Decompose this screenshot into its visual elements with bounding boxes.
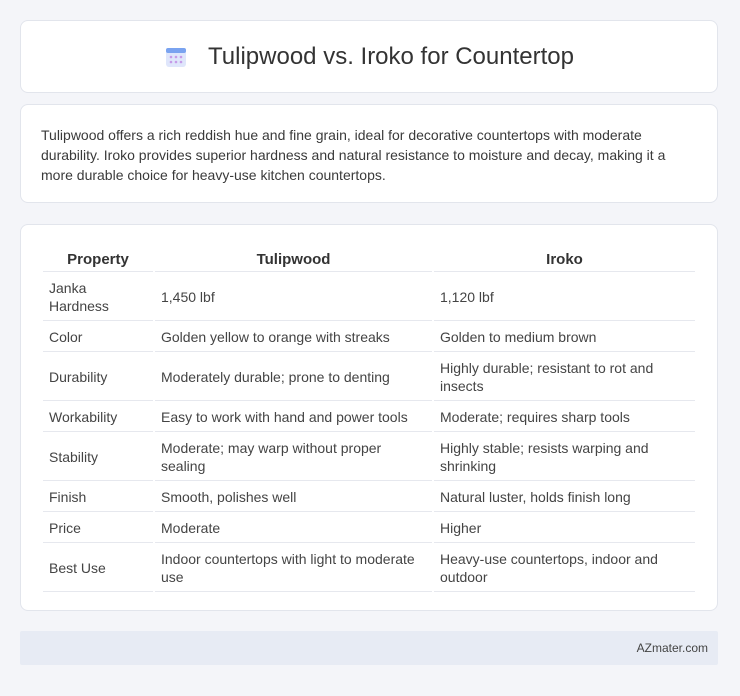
table-row: Best Use Indoor countertops with light t… [43,545,695,592]
cell-tulipwood: 1,450 lbf [155,274,432,321]
cell-iroko: Highly durable; resistant to rot and ins… [434,354,695,401]
header-property: Property [43,245,153,272]
cell-tulipwood: Smooth, polishes well [155,483,432,512]
cell-iroko: Moderate; requires sharp tools [434,403,695,432]
comparison-table: Property Tulipwood Iroko Janka Hardness … [41,243,697,594]
table-row: Finish Smooth, polishes well Natural lus… [43,483,695,512]
intro-text: Tulipwood offers a rich reddish hue and … [41,127,666,183]
table-header-row: Property Tulipwood Iroko [43,245,695,272]
header-tulipwood: Tulipwood [155,245,432,272]
cell-property: Best Use [43,545,153,592]
cell-property: Stability [43,434,153,481]
table-row: Color Golden yellow to orange with strea… [43,323,695,352]
cell-property: Price [43,514,153,543]
cell-tulipwood: Golden yellow to orange with streaks [155,323,432,352]
cell-tulipwood: Moderately durable; prone to denting [155,354,432,401]
cell-iroko: Higher [434,514,695,543]
footer-brand[interactable]: AZmater.com [637,641,708,655]
cell-property: Durability [43,354,153,401]
cell-tulipwood: Indoor countertops with light to moderat… [155,545,432,592]
calendar-icon [166,47,187,67]
footer: AZmater.com [20,631,718,665]
cell-tulipwood: Easy to work with hand and power tools [155,403,432,432]
cell-property: Workability [43,403,153,432]
page-title: Tulipwood vs. Iroko for Countertop [208,42,574,70]
cell-iroko: Natural luster, holds finish long [434,483,695,512]
cell-iroko: 1,120 lbf [434,274,695,321]
cell-tulipwood: Moderate; may warp without proper sealin… [155,434,432,481]
title-wrap: Tulipwood vs. Iroko for Countertop [164,43,574,71]
cell-iroko: Heavy-use countertops, indoor and outdoo… [434,545,695,592]
table-row: Price Moderate Higher [43,514,695,543]
table-row: Janka Hardness 1,450 lbf 1,120 lbf [43,274,695,321]
table-row: Durability Moderately durable; prone to … [43,354,695,401]
table-row: Workability Easy to work with hand and p… [43,403,695,432]
cell-property: Color [43,323,153,352]
cell-property: Finish [43,483,153,512]
cell-property: Janka Hardness [43,274,153,321]
intro-card: Tulipwood offers a rich reddish hue and … [20,104,718,203]
title-card: Tulipwood vs. Iroko for Countertop [20,20,718,93]
header-iroko: Iroko [434,245,695,272]
cell-tulipwood: Moderate [155,514,432,543]
cell-iroko: Highly stable; resists warping and shrin… [434,434,695,481]
table-row: Stability Moderate; may warp without pro… [43,434,695,481]
table-card: Property Tulipwood Iroko Janka Hardness … [20,224,718,611]
cell-iroko: Golden to medium brown [434,323,695,352]
